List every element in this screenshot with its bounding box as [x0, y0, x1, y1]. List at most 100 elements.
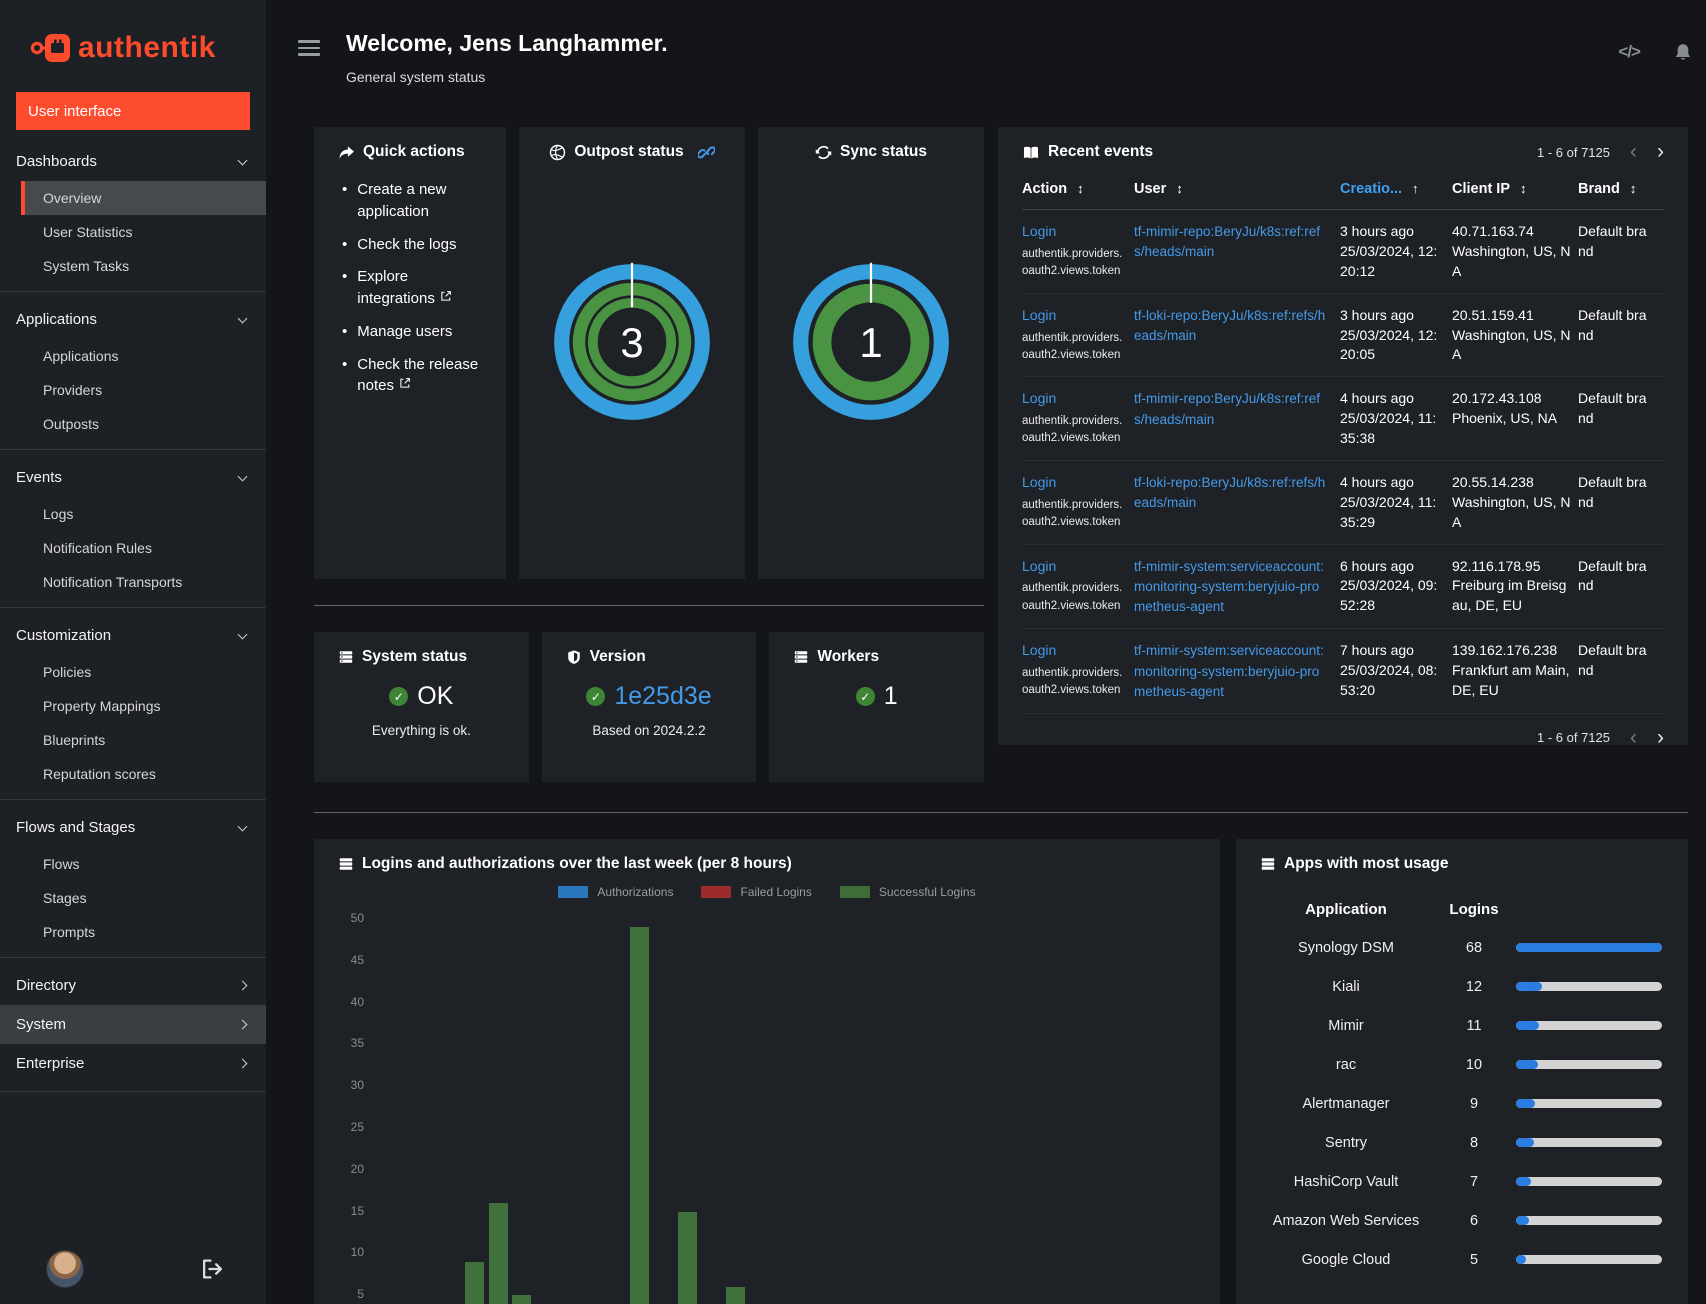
- sidebar-group-enterprise[interactable]: Enterprise: [0, 1044, 266, 1083]
- sort-icon[interactable]: ↕: [1077, 181, 1084, 196]
- quick-action-link-explore-integrations[interactable]: Explore integrations: [357, 266, 482, 310]
- event-user-link[interactable]: tf-mimir-system:serviceaccount:monitorin…: [1134, 643, 1324, 699]
- event-action-link[interactable]: Login: [1022, 558, 1056, 574]
- events-column-brand[interactable]: Brand ↕: [1578, 181, 1652, 197]
- app-usage-row: Mimir 11: [1260, 1006, 1664, 1045]
- quick-action-link-create-a-new-application[interactable]: Create a new application: [357, 179, 482, 223]
- sidebar-item-outposts[interactable]: Outposts: [0, 407, 266, 441]
- events-column-client-ip[interactable]: Client IP ↕: [1452, 181, 1578, 197]
- sidebar-item-user-statistics[interactable]: User Statistics: [0, 215, 266, 249]
- external-link-icon: [441, 291, 451, 301]
- version-title: Version: [589, 648, 646, 665]
- authentik-logo-icon: [30, 34, 70, 62]
- event-user-link[interactable]: tf-mimir-repo:BeryJu/k8s:ref:refs/heads/…: [1134, 224, 1320, 259]
- sidebar-group-directory[interactable]: Directory: [0, 966, 266, 1005]
- quick-action-link-check-the-logs[interactable]: Check the logs: [357, 234, 456, 256]
- legend-label: Failed Logins: [740, 885, 812, 899]
- y-axis-tick: 30: [350, 1078, 364, 1093]
- user-interface-button[interactable]: User interface: [16, 92, 250, 130]
- event-action-link[interactable]: Login: [1022, 474, 1056, 490]
- event-row: Login authentik.providers.oauth2.views.to…: [1022, 294, 1664, 378]
- sidebar-group-flows-and-stages[interactable]: Flows and Stages: [0, 808, 266, 847]
- pagination-prev-icon[interactable]: ‹: [1630, 141, 1637, 162]
- event-timestamp: 25/03/2024, 12:20:12: [1340, 242, 1438, 279]
- authentik-logo: authentik: [0, 0, 266, 66]
- pagination-next-icon[interactable]: ›: [1657, 141, 1664, 162]
- bullet-icon: •: [342, 322, 348, 340]
- event-timestamp: 25/03/2024, 09:52:28: [1340, 577, 1438, 614]
- events-column-action[interactable]: Action ↕: [1022, 181, 1134, 197]
- version-link[interactable]: 1e25d3e: [614, 682, 711, 711]
- sidebar-item-property-mappings[interactable]: Property Mappings: [0, 689, 266, 723]
- app-usage-row: Synology DSM 68: [1260, 928, 1664, 967]
- sidebar-group-label: Dashboards: [16, 153, 97, 170]
- pagination-next-icon[interactable]: ›: [1657, 727, 1664, 748]
- sidebar-item-notification-transports[interactable]: Notification Transports: [0, 565, 266, 599]
- events-column-user[interactable]: User ↕: [1134, 181, 1340, 197]
- book-icon: [1023, 146, 1039, 159]
- chart-bar: [630, 927, 650, 1304]
- event-user-link[interactable]: tf-loki-repo:BeryJu/k8s:ref:refs/heads/m…: [1134, 475, 1325, 510]
- logout-icon[interactable]: [201, 1258, 224, 1280]
- event-user-link[interactable]: tf-mimir-repo:BeryJu/k8s:ref:refs/heads/…: [1134, 391, 1320, 426]
- sidebar-item-notification-rules[interactable]: Notification Rules: [0, 531, 266, 565]
- sidebar-item-providers[interactable]: Providers: [0, 373, 266, 407]
- quick-action-link-manage-users[interactable]: Manage users: [357, 321, 452, 343]
- outpost-status-title: Outpost status: [574, 143, 684, 160]
- bullet-icon: •: [342, 355, 348, 373]
- sidebar-item-system-tasks[interactable]: System Tasks: [0, 249, 266, 283]
- event-context: authentik.providers.oauth2.views.token: [1022, 331, 1123, 361]
- app-login-count: 8: [1469, 1134, 1479, 1151]
- sidebar-group-dashboards[interactable]: Dashboards: [0, 142, 266, 181]
- app-usage-progress-bar: [1516, 1177, 1662, 1186]
- y-axis-tick: 45: [350, 952, 364, 967]
- app-login-count: 11: [1466, 1017, 1482, 1034]
- sidebar-item-stages[interactable]: Stages: [0, 881, 266, 915]
- event-action-link[interactable]: Login: [1022, 642, 1056, 658]
- sidebar-item-applications[interactable]: Applications: [0, 339, 266, 373]
- app-name: Google Cloud: [1301, 1251, 1391, 1268]
- quick-actions-card: Quick actions • Create a new application •…: [314, 127, 506, 579]
- server-icon: [339, 651, 353, 663]
- event-relative-time: 7 hours ago: [1340, 642, 1414, 659]
- avatar[interactable]: [46, 1250, 84, 1288]
- sidebar-group-events[interactable]: Events: [0, 458, 266, 497]
- sidebar-item-policies[interactable]: Policies: [0, 655, 266, 689]
- logins-chart-card: Logins and authorizations over the last …: [314, 839, 1220, 1304]
- event-user-link[interactable]: tf-loki-repo:BeryJu/k8s:ref:refs/heads/m…: [1134, 308, 1325, 343]
- sidebar-group-label: Applications: [16, 311, 97, 328]
- sidebar-item-reputation-scores[interactable]: Reputation scores: [0, 757, 266, 791]
- sort-icon[interactable]: ↕: [1520, 181, 1527, 196]
- app-usage-progress-bar: [1516, 1138, 1662, 1147]
- chevron-down-icon: [237, 821, 248, 831]
- chevron-down-icon: [237, 313, 248, 323]
- menu-toggle-button[interactable]: [298, 40, 320, 56]
- event-action-link[interactable]: Login: [1022, 307, 1056, 323]
- sidebar-group-customization[interactable]: Customization: [0, 616, 266, 655]
- api-code-icon[interactable]: </>: [1618, 42, 1641, 62]
- event-action-link[interactable]: Login: [1022, 390, 1056, 406]
- sort-icon[interactable]: ↕: [1630, 181, 1637, 196]
- events-column-creatio[interactable]: Creatio... ↑: [1340, 181, 1452, 197]
- sort-icon[interactable]: ↑: [1412, 181, 1419, 196]
- sidebar-item-prompts[interactable]: Prompts: [0, 915, 266, 949]
- event-user-link[interactable]: tf-mimir-system:serviceaccount:monitorin…: [1134, 559, 1324, 615]
- sidebar-group-applications[interactable]: Applications: [0, 300, 266, 339]
- quick-action-link-check-the-release-notes[interactable]: Check the release notes: [357, 354, 482, 398]
- event-action-link[interactable]: Login: [1022, 223, 1056, 239]
- sort-icon[interactable]: ↕: [1176, 181, 1183, 196]
- sidebar-item-overview[interactable]: Overview: [21, 181, 266, 215]
- sidebar-group-system[interactable]: System: [0, 1005, 266, 1044]
- pagination-prev-icon[interactable]: ‹: [1630, 727, 1637, 748]
- app-usage-row: Google Cloud 5: [1260, 1240, 1664, 1279]
- app-usage-row: Alertmanager 9: [1260, 1084, 1664, 1123]
- outpost-link-icon[interactable]: [697, 144, 715, 161]
- sidebar-group-label: System: [16, 1016, 67, 1033]
- notifications-bell-icon[interactable]: [1672, 42, 1694, 64]
- sidebar-item-logs[interactable]: Logs: [0, 497, 266, 531]
- quick-actions-list: • Create a new application • Check the logs…: [338, 179, 482, 397]
- sidebar-item-flows[interactable]: Flows: [0, 847, 266, 881]
- legend-swatch: [558, 886, 589, 898]
- sidebar-item-blueprints[interactable]: Blueprints: [0, 723, 266, 757]
- recent-events-title: Recent events: [1048, 143, 1154, 160]
